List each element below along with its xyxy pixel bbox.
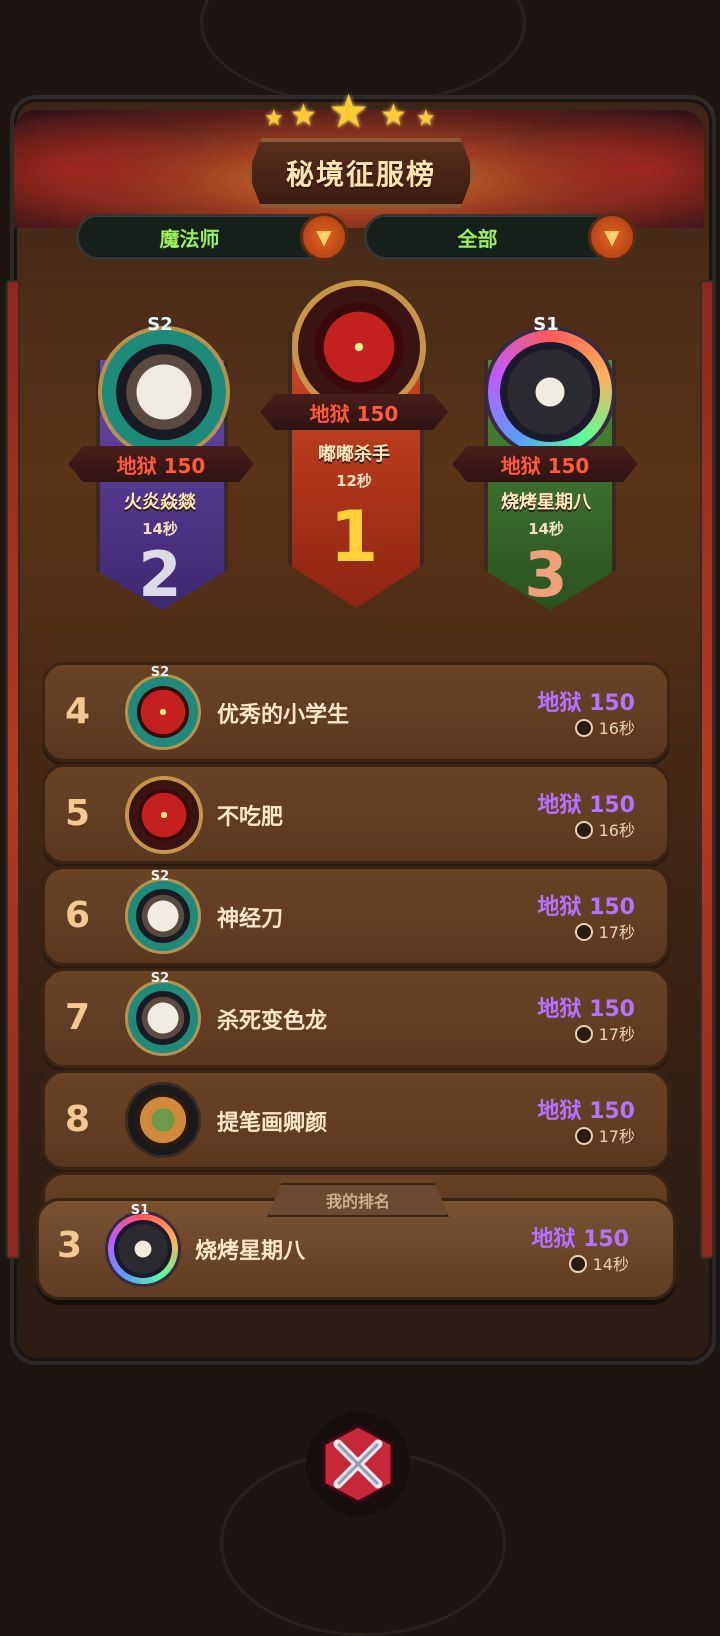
title-plate: 秘境征服榜 bbox=[248, 138, 474, 208]
red-demon-avatar-icon bbox=[137, 686, 189, 738]
class-filter-dropdown[interactable]: 魔法师 ▼ bbox=[76, 213, 348, 261]
time-value: 17秒 bbox=[598, 1127, 635, 1146]
red-demon-avatar-icon bbox=[138, 789, 190, 841]
chevron-down-icon[interactable]: ▼ bbox=[300, 213, 348, 261]
list-item[interactable]: 6 S2 神经刀 地狱 150 17秒 bbox=[42, 866, 670, 966]
difficulty-label: 地狱 150 bbox=[537, 793, 635, 818]
player-name: 不吃肥 bbox=[217, 805, 284, 830]
star-icon: ★ bbox=[416, 106, 436, 131]
avatar bbox=[125, 1082, 201, 1158]
player-name: 优秀的小学生 bbox=[217, 703, 350, 728]
avatar bbox=[125, 980, 201, 1056]
rank-number: 2 bbox=[138, 538, 182, 611]
my-rank-name: 烧烤星期八 bbox=[195, 1239, 306, 1264]
difficulty-ribbon: 地狱 150 bbox=[68, 446, 254, 482]
season-badge: S1 bbox=[130, 1203, 150, 1218]
star-icon: ★ bbox=[380, 98, 407, 133]
time-value: 17秒 bbox=[598, 923, 635, 942]
clock-icon bbox=[574, 923, 593, 941]
right-rail bbox=[700, 280, 714, 1259]
witch-avatar-icon bbox=[114, 1220, 172, 1278]
goat-avatar-icon bbox=[116, 344, 212, 440]
player-name: 嘟嘟杀手 bbox=[318, 444, 390, 465]
red-demon-avatar-icon bbox=[314, 302, 404, 392]
season-badge: S1 bbox=[533, 314, 559, 335]
player-name: 杀死变色龙 bbox=[217, 1009, 328, 1034]
fox-avatar-icon bbox=[136, 1093, 190, 1147]
avatar bbox=[105, 1211, 181, 1287]
avatar bbox=[98, 326, 230, 458]
my-rank-panel[interactable]: 我的排名 3 S1 烧烤星期八 地狱 150 14秒 bbox=[36, 1183, 676, 1300]
season-badge: S2 bbox=[150, 665, 170, 680]
difficulty-label: 地狱 150 bbox=[537, 997, 635, 1022]
goat-avatar-icon bbox=[136, 991, 190, 1045]
close-button[interactable] bbox=[306, 1412, 410, 1516]
season-badge: S2 bbox=[147, 314, 173, 335]
season-badge: S2 bbox=[150, 869, 170, 884]
row-rank: 6 bbox=[65, 895, 91, 936]
avatar bbox=[125, 878, 201, 954]
clear-time: 16秒 bbox=[574, 817, 635, 841]
difficulty-ribbon: 地狱 150 bbox=[452, 446, 638, 482]
time-value: 16秒 bbox=[598, 719, 635, 738]
avatar bbox=[484, 326, 616, 458]
list-item[interactable]: 7 S2 杀死变色龙 地狱 150 17秒 bbox=[42, 968, 670, 1068]
season-badge: S2 bbox=[150, 971, 170, 986]
time-value: 14秒 bbox=[592, 1255, 629, 1274]
goat-avatar-icon bbox=[136, 889, 190, 943]
row-rank: 5 bbox=[65, 793, 91, 834]
avatar bbox=[125, 674, 201, 750]
player-name: 神经刀 bbox=[217, 907, 284, 932]
player-name: 烧烤星期八 bbox=[501, 492, 591, 513]
star-icon: ★ bbox=[328, 84, 370, 138]
rank-number: 3 bbox=[524, 538, 568, 611]
clear-time: 12秒 bbox=[336, 472, 372, 490]
list-item[interactable]: 8 提笔画卿颜 地狱 150 17秒 bbox=[42, 1070, 670, 1170]
difficulty-label: 地狱 150 bbox=[537, 691, 635, 716]
row-rank: 8 bbox=[65, 1099, 91, 1140]
time-value: 16秒 bbox=[598, 821, 635, 840]
rank-number: 1 bbox=[329, 496, 379, 578]
clock-icon bbox=[574, 719, 593, 737]
my-rank-label: 我的排名 bbox=[325, 1192, 390, 1211]
list-item[interactable]: 5 不吃肥 地狱 150 16秒 bbox=[42, 764, 670, 864]
chevron-down-icon[interactable]: ▼ bbox=[588, 213, 636, 261]
clear-time: 17秒 bbox=[574, 1021, 635, 1045]
player-name: 提笔画卿颜 bbox=[217, 1111, 328, 1136]
class-filter-label: 魔法师 bbox=[159, 226, 220, 251]
time-value: 17秒 bbox=[598, 1025, 635, 1044]
scope-filter-dropdown[interactable]: 全部 ▼ bbox=[364, 213, 636, 261]
stars-decoration: ★ ★ ★ ★ ★ bbox=[262, 84, 458, 140]
page-title: 秘境征服榜 bbox=[285, 158, 436, 191]
row-rank: 4 bbox=[65, 691, 91, 732]
my-rank-difficulty: 地狱 150 bbox=[531, 1227, 629, 1252]
list-item[interactable]: 4 S2 优秀的小学生 地狱 150 16秒 bbox=[42, 662, 670, 762]
star-icon: ★ bbox=[264, 106, 284, 131]
avatar bbox=[292, 280, 426, 414]
clear-time: 17秒 bbox=[574, 919, 635, 943]
difficulty-label: 地狱 150 bbox=[537, 1099, 635, 1124]
row-rank: 7 bbox=[65, 997, 91, 1038]
close-icon bbox=[322, 1424, 394, 1504]
avatar bbox=[125, 776, 203, 854]
clock-icon bbox=[574, 1127, 593, 1145]
my-rank-label-plate: 我的排名 bbox=[267, 1183, 449, 1217]
clear-time: 14秒 bbox=[528, 520, 564, 538]
clear-time: 17秒 bbox=[574, 1123, 635, 1147]
clock-icon bbox=[574, 821, 593, 839]
my-rank-number: 3 bbox=[57, 1225, 83, 1266]
clear-time: 16秒 bbox=[574, 715, 635, 739]
my-rank-time: 14秒 bbox=[568, 1251, 629, 1275]
scope-filter-label: 全部 bbox=[457, 226, 498, 251]
clear-time: 14秒 bbox=[142, 520, 178, 538]
clock-icon bbox=[574, 1025, 593, 1043]
witch-avatar-icon bbox=[500, 342, 600, 442]
clock-icon bbox=[568, 1255, 587, 1273]
star-icon: ★ bbox=[290, 98, 317, 133]
left-rail bbox=[6, 280, 20, 1259]
player-name: 火炎焱燚 bbox=[124, 492, 196, 513]
difficulty-ribbon: 地狱 150 bbox=[260, 394, 448, 430]
difficulty-label: 地狱 150 bbox=[537, 895, 635, 920]
